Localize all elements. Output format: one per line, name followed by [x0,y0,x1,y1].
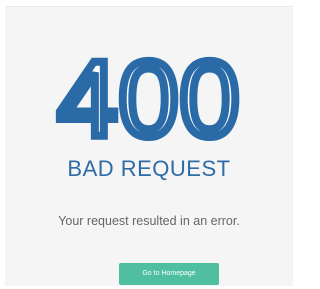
error-message: Your request resulted in an error. [58,214,240,228]
go-to-homepage-button[interactable]: Go to Homepage [119,263,219,285]
error-title: BAD REQUEST [67,156,231,181]
error-page: 400 BAD REQUEST Your request resulted in… [0,0,296,289]
error-code: 400 [53,38,243,159]
error-card: 400 BAD REQUEST Your request resulted in… [5,6,293,286]
